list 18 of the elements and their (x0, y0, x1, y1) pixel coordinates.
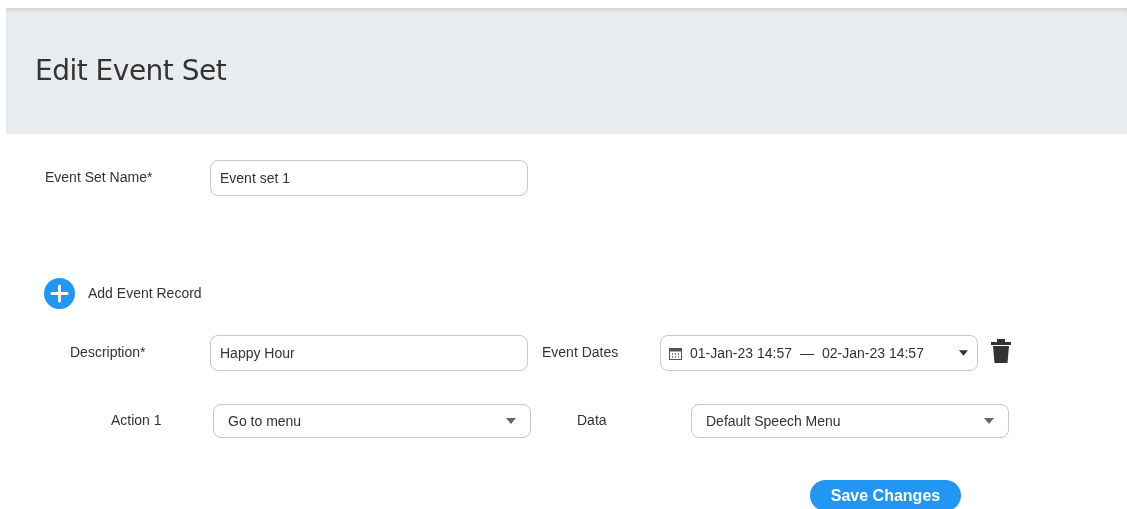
caret-icon (959, 350, 968, 356)
description-field[interactable]: Happy Hour (210, 335, 528, 371)
event-set-name-field[interactable]: Event set 1 (210, 160, 528, 196)
action-select[interactable]: Go to menu (213, 404, 531, 438)
field-label: Event Set Name* (45, 168, 154, 187)
calendar-icon (669, 346, 682, 360)
data-select[interactable]: Default Speech Menu (691, 404, 1009, 438)
field-label: Action 1 (111, 411, 163, 430)
trash-icon[interactable] (991, 339, 1011, 363)
caret-icon (984, 418, 994, 424)
field-label: Description* (70, 343, 147, 362)
event-dates-picker[interactable]: 01-Jan-23 14:57 — 02-Jan-23 14:57 (660, 335, 978, 371)
caret-icon (506, 418, 516, 424)
field-label: Event Dates (542, 343, 620, 362)
page-title: Edit Event Set (35, 54, 227, 88)
field-label: Data (577, 411, 608, 430)
add-event-record-label[interactable]: Add Event Record (88, 283, 202, 304)
add-icon[interactable] (44, 278, 75, 309)
